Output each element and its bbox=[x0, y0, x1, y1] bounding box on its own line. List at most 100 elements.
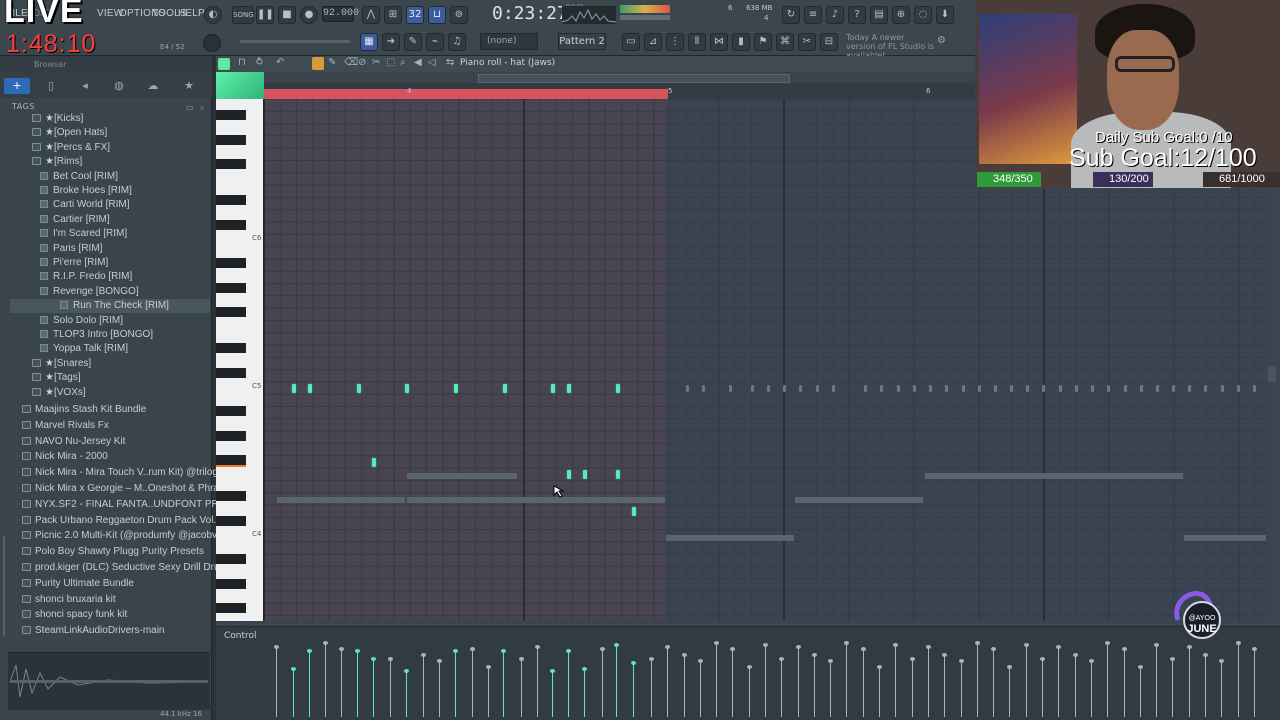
scroll-arrows-icon[interactable]: ⇆ bbox=[446, 57, 454, 68]
brush-icon[interactable]: ✎ bbox=[404, 33, 422, 51]
velocity-handle[interactable] bbox=[371, 657, 376, 661]
note[interactable] bbox=[454, 384, 458, 393]
browser-file-item[interactable]: Paris [RIM] bbox=[0, 242, 210, 256]
velocity-bar[interactable] bbox=[373, 659, 374, 717]
loop-rec-icon[interactable]: ⊞ bbox=[384, 6, 402, 24]
black-key[interactable] bbox=[216, 579, 246, 589]
black-key[interactable] bbox=[216, 135, 246, 145]
note[interactable] bbox=[372, 458, 376, 467]
song-mode-toggle[interactable]: SONG bbox=[232, 6, 254, 24]
mixer-icon[interactable]: ≡ bbox=[804, 6, 822, 24]
velocity-bar[interactable] bbox=[616, 645, 617, 717]
browser-file-item[interactable]: Solo Dolo [RIM] bbox=[0, 314, 210, 328]
black-key[interactable] bbox=[216, 406, 246, 416]
velocity-bar[interactable] bbox=[584, 669, 585, 717]
browser-folder-item[interactable]: Picnic 2.0 Multi-Kit (@produmfy @jacobvj… bbox=[0, 529, 228, 543]
channel-rack-icon[interactable]: ⋮ bbox=[666, 33, 684, 51]
black-key[interactable] bbox=[216, 159, 246, 169]
playback-tool-icon[interactable]: ◀ bbox=[414, 57, 422, 68]
touch-controller-icon[interactable]: ⌘ bbox=[776, 33, 794, 51]
velocity-bar[interactable] bbox=[455, 651, 456, 717]
stamp-icon[interactable]: ♫ bbox=[448, 33, 466, 51]
browser-file-item[interactable]: I'm Scared [RIM] bbox=[0, 227, 210, 241]
speaker-icon[interactable]: ◁ bbox=[428, 57, 436, 68]
browser-icon[interactable]: ▮ bbox=[732, 33, 750, 51]
browser-folder-item[interactable]: NYX.SF2 - FINAL FANTA..UNDFONT PROJECT V… bbox=[0, 498, 275, 512]
time-selection-bar[interactable] bbox=[264, 89, 668, 99]
velocity-handle[interactable] bbox=[404, 669, 409, 673]
browser-file-item[interactable]: R.I.P. Fredo [RIM] bbox=[0, 270, 210, 284]
download-icon[interactable]: ⬇ bbox=[936, 6, 954, 24]
snap-select[interactable]: (none) bbox=[480, 33, 538, 50]
link-icon[interactable]: ⌁ bbox=[426, 33, 444, 51]
velocity-handle[interactable] bbox=[501, 649, 506, 653]
browser-file-item[interactable]: Run The Check [RIM] bbox=[10, 299, 210, 314]
browser-folder-item[interactable]: Maajins Stash Kit Bundle bbox=[0, 403, 210, 417]
plugin-picker-icon[interactable]: ⚑ bbox=[754, 33, 772, 51]
velocity-handle[interactable] bbox=[453, 649, 458, 653]
scissors-icon[interactable]: ✂ bbox=[798, 33, 816, 51]
zoom-tool-icon[interactable]: ⌕ bbox=[400, 57, 406, 68]
blend-notes-icon[interactable]: ⊔ bbox=[428, 6, 446, 24]
pattern-tool-icon[interactable]: ⋀ bbox=[362, 6, 380, 24]
browser-folder-item[interactable]: Nick Mira - 2000 bbox=[0, 450, 210, 464]
black-key[interactable] bbox=[216, 431, 246, 441]
velocity-handle[interactable] bbox=[566, 649, 571, 653]
black-key[interactable] bbox=[216, 307, 246, 317]
velocity-handle[interactable] bbox=[631, 661, 636, 665]
browser-file-item[interactable]: Yoppa Talk [RIM] bbox=[0, 342, 210, 356]
browser-scrollbar[interactable] bbox=[3, 536, 5, 636]
playlist-icon[interactable]: ▭ bbox=[622, 33, 640, 51]
browser-folder-item[interactable]: Nick Mira x Georgie – M..Oneshot & Phras… bbox=[0, 482, 247, 496]
browser-folder-item[interactable]: ★[Snares] bbox=[0, 357, 210, 371]
browser-folder-item[interactable]: Marvel Rivals Fx bbox=[0, 419, 210, 433]
stop-icon[interactable]: ■ bbox=[278, 6, 296, 24]
velocity-bar[interactable] bbox=[309, 651, 310, 717]
black-key[interactable] bbox=[216, 603, 246, 613]
browser-file-item[interactable]: Revenge [BONGO] bbox=[0, 285, 210, 299]
browser-folder-item[interactable]: Pack Urbano Reggaeton Drum Pack Vol. 03 bbox=[0, 514, 230, 528]
browser-file-item[interactable]: Carti World [RIM] bbox=[0, 198, 210, 212]
black-key[interactable] bbox=[216, 258, 246, 268]
view-layout-icon[interactable]: ⊟ bbox=[820, 33, 838, 51]
note[interactable] bbox=[616, 470, 620, 479]
overview-scrollbar[interactable] bbox=[478, 74, 790, 83]
black-key[interactable] bbox=[216, 491, 246, 501]
velocity-bar[interactable] bbox=[293, 669, 294, 717]
browser-folder-item[interactable]: Purity Ultimate Bundle bbox=[0, 577, 210, 591]
piano-roll-icon[interactable]: ⊿ bbox=[644, 33, 662, 51]
browser-tab-projects[interactable]: ▯ bbox=[38, 78, 64, 94]
main-pitch-knob[interactable] bbox=[203, 34, 221, 52]
pattern-select[interactable]: Pattern 2 bbox=[558, 33, 606, 50]
browser-folder-item[interactable]: Nick Mira - Mira Touch V..rum Kit) @tril… bbox=[0, 466, 242, 480]
paint-tool-icon[interactable]: ✎ bbox=[328, 57, 336, 68]
black-key[interactable] bbox=[216, 195, 246, 205]
countdown-icon[interactable]: ⊚ bbox=[450, 6, 468, 24]
browser-folder-item[interactable]: shonci spacy funk kit bbox=[0, 608, 210, 622]
piano-roll-corner-icon[interactable] bbox=[216, 72, 264, 99]
mic-icon[interactable]: ♪ bbox=[826, 6, 844, 24]
browser-tab-all[interactable]: + bbox=[4, 78, 30, 94]
velocity-lane[interactable]: Control bbox=[216, 626, 1280, 720]
browser-file-item[interactable]: Bet Cool [RIM] bbox=[0, 170, 210, 184]
control-lane-label[interactable]: Control bbox=[224, 631, 257, 641]
loop-icon[interactable]: ⥁ bbox=[256, 57, 263, 68]
delete-tool-icon[interactable]: ⌫ bbox=[344, 57, 358, 68]
browser-folder-item[interactable]: ★[Open Hats] bbox=[0, 126, 210, 140]
velocity-handle[interactable] bbox=[291, 667, 296, 671]
velocity-bar[interactable] bbox=[406, 671, 407, 717]
collapse-icon[interactable]: ▭ bbox=[186, 103, 194, 112]
browser-folder-item[interactable]: ★[Tags] bbox=[0, 371, 210, 385]
velocity-bar[interactable] bbox=[568, 651, 569, 717]
arrow-right-icon[interactable]: ➜ bbox=[382, 33, 400, 51]
note[interactable] bbox=[567, 384, 571, 393]
black-key[interactable] bbox=[216, 516, 246, 526]
note[interactable] bbox=[357, 384, 361, 393]
browser-folder-item[interactable]: SteamLinkAudioDrivers-main bbox=[0, 624, 210, 638]
refresh-icon[interactable]: ↻ bbox=[782, 6, 800, 24]
help-icon[interactable]: ? bbox=[848, 6, 866, 24]
velocity-handle[interactable] bbox=[550, 669, 555, 673]
browser-folder-item[interactable]: ★[Rims] bbox=[0, 155, 210, 169]
note[interactable] bbox=[632, 507, 636, 516]
undo-icon[interactable]: ↶ bbox=[276, 57, 284, 68]
